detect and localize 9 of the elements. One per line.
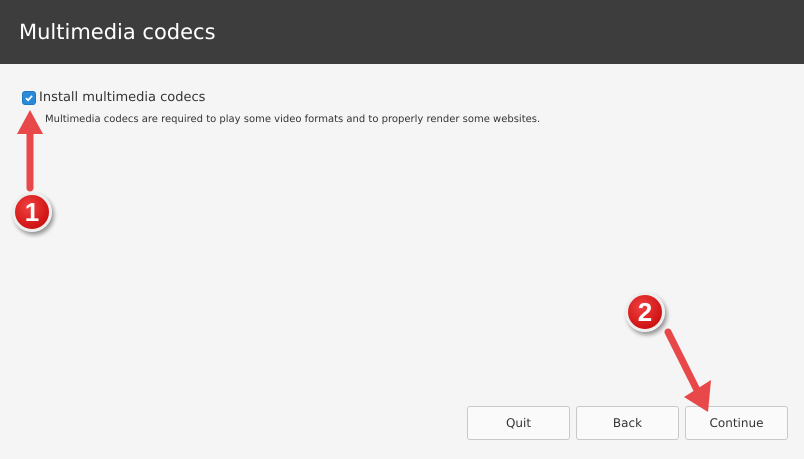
- description-text: Multimedia codecs are required to play some video formats and to properly render some websites.: [45, 114, 542, 125]
- dialog-button[interactable]: Back: [576, 406, 679, 440]
- checkbox[interactable]: [22, 90, 36, 104]
- dialog-button[interactable]: Quit: [467, 406, 570, 440]
- number-badge: 2: [625, 292, 665, 332]
- checkbox-label[interactable]: Install multimedia codecs: [39, 90, 206, 105]
- number-badge: 1: [12, 192, 52, 232]
- window-title: Multimedia codecs: [19, 20, 216, 44]
- dialog-button[interactable]: Continue: [685, 406, 788, 440]
